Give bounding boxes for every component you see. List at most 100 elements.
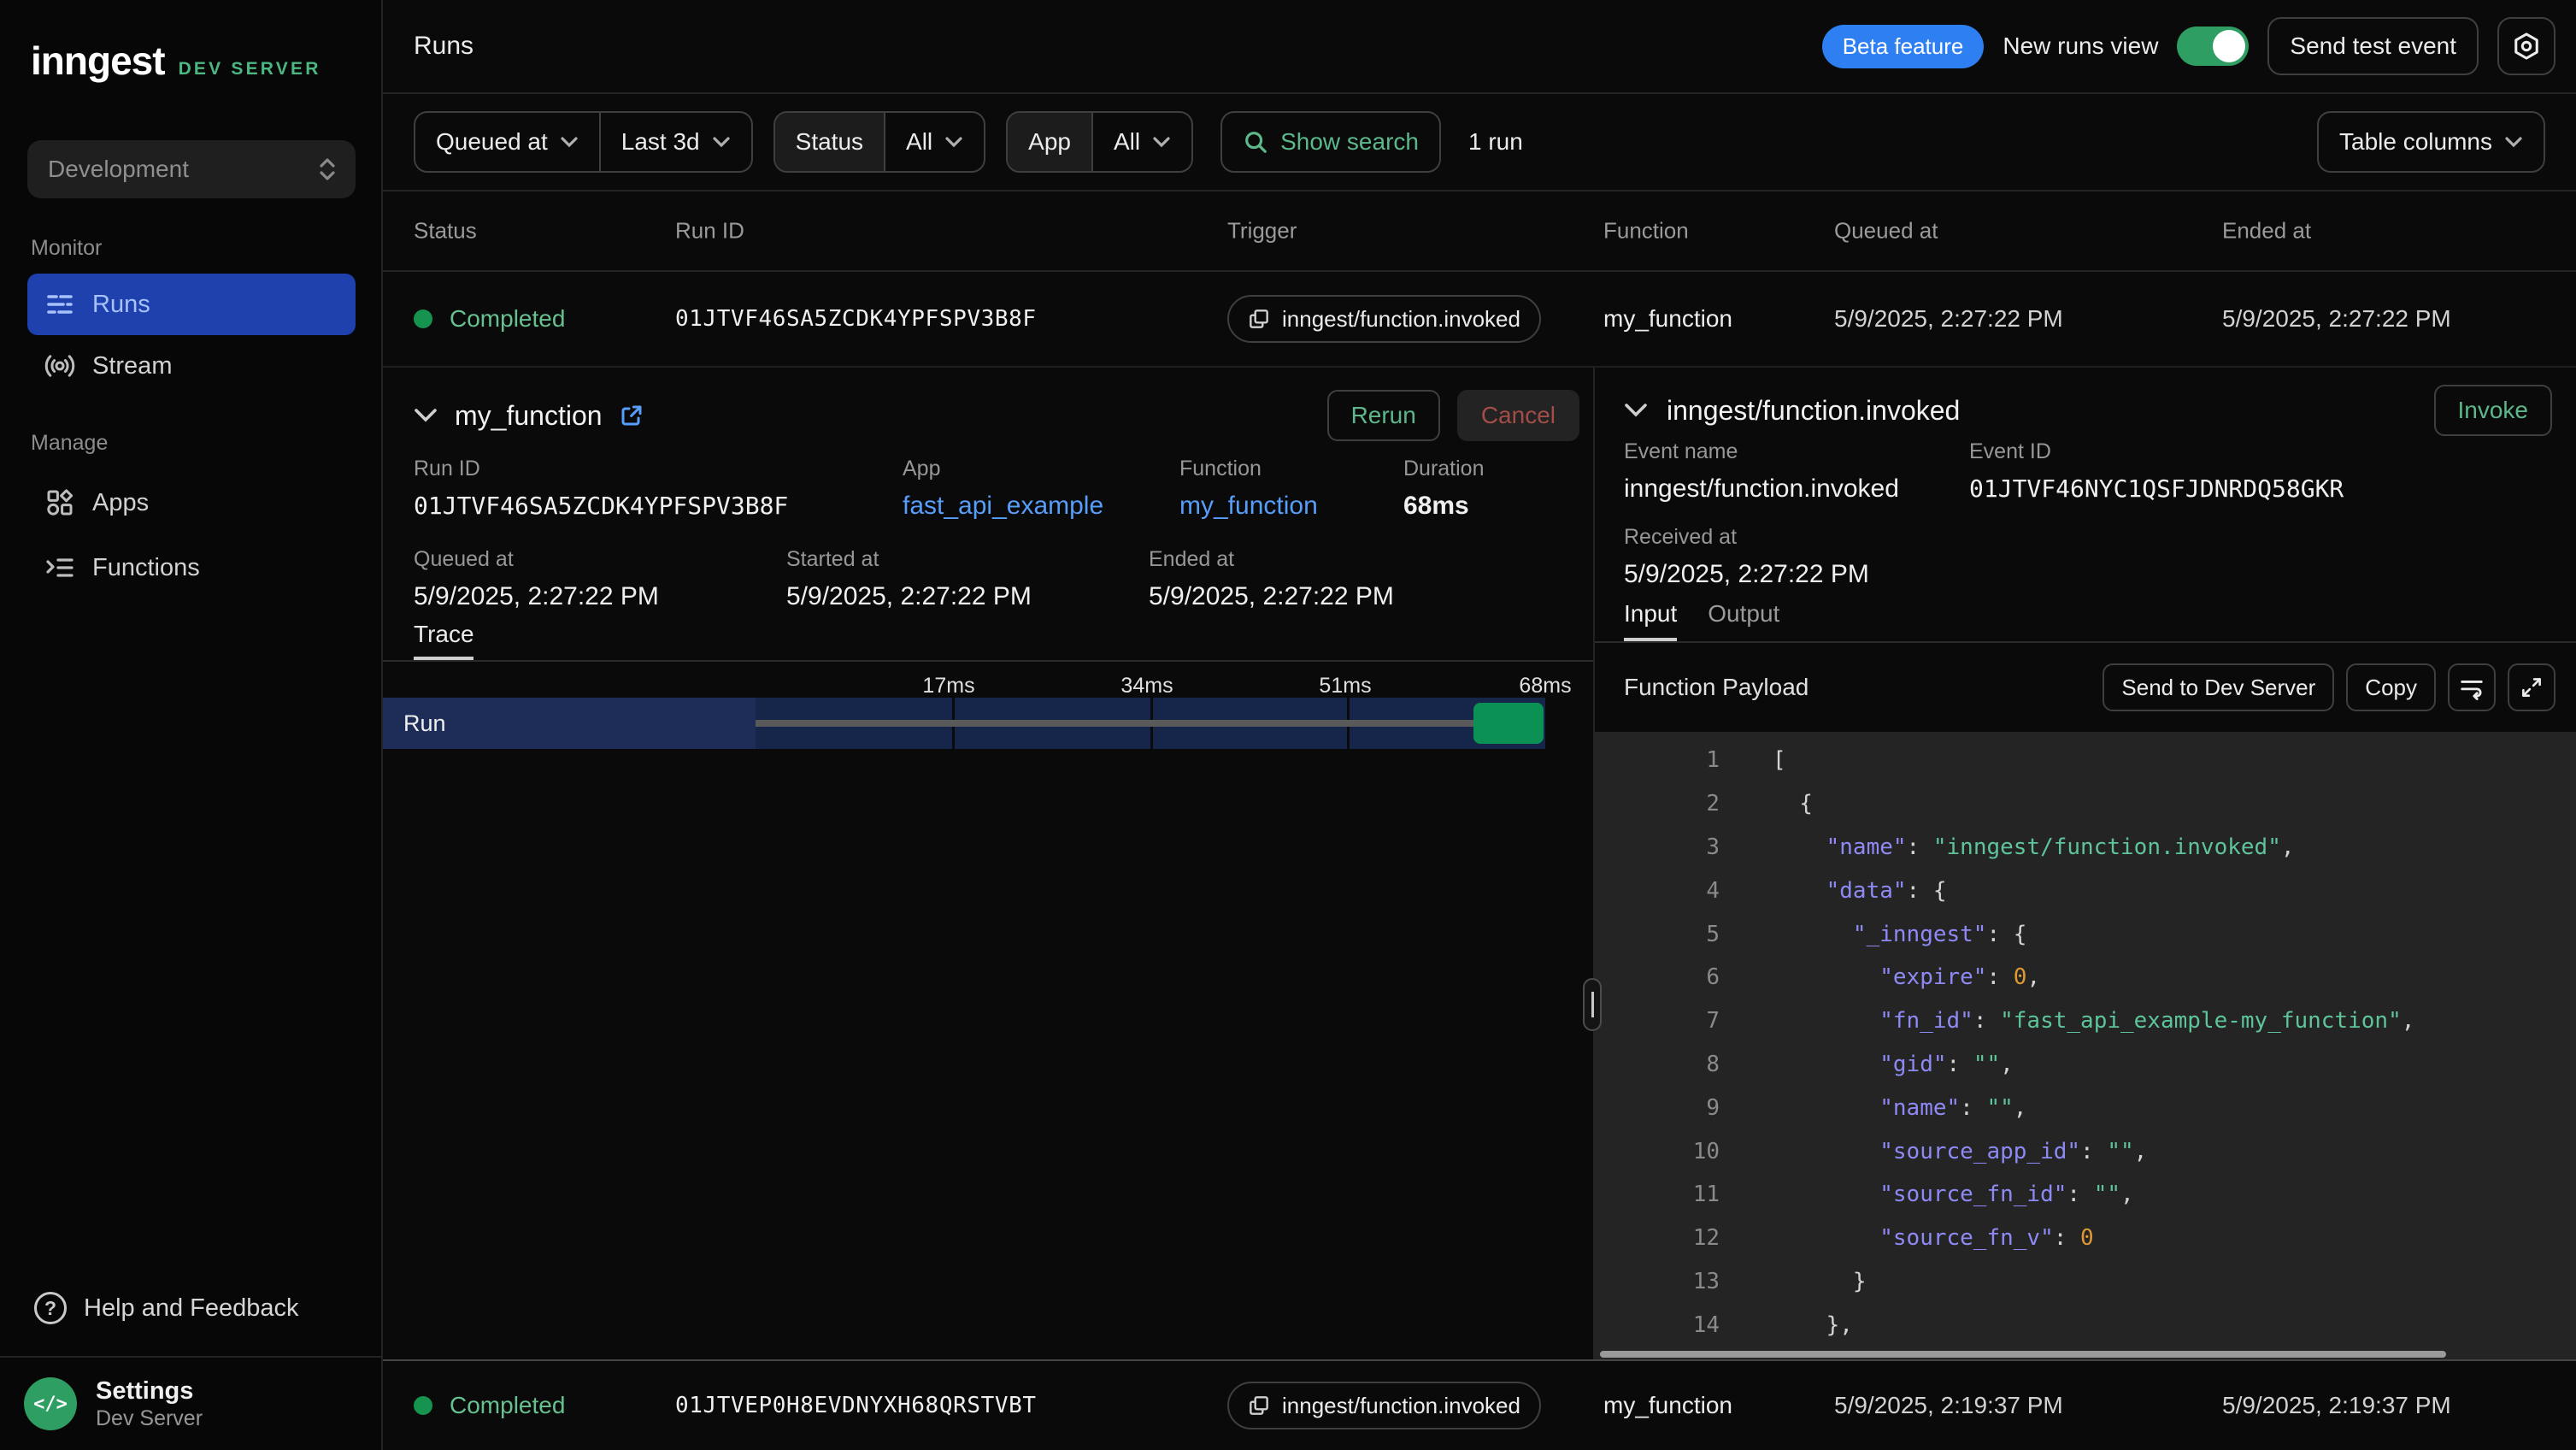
app-label: App: [903, 457, 1103, 481]
status-completed-dot-icon: [414, 309, 432, 328]
run-detail-title: my_function: [455, 400, 603, 432]
divider: [383, 660, 1593, 662]
panel-resize-handle[interactable]: [1583, 978, 1602, 1031]
copy-button[interactable]: Copy: [2346, 663, 2436, 711]
sidebar-item-apps[interactable]: Apps: [27, 472, 356, 533]
event-name-value: inngest/function.invoked: [1624, 474, 1899, 504]
event-detail-panel: inngest/function.invoked Invoke Event na…: [1593, 368, 2576, 1359]
sidebar: inngest DEV SERVER Development Monitor R…: [0, 0, 383, 1450]
app-filter-group: App All: [1006, 111, 1193, 173]
time-field-value: Queued at: [436, 128, 548, 156]
trace-execution-block[interactable]: [1473, 703, 1544, 744]
column-header-ended-at: Ended at: [2222, 218, 2311, 245]
toggle-knob: [2213, 30, 2245, 62]
column-header-run-id: Run ID: [675, 218, 744, 245]
run-id-value: 01JTVEP0H8EVDNYXH68QRSTVBT: [675, 1393, 1037, 1418]
cancel-button[interactable]: Cancel: [1457, 390, 1579, 441]
horizontal-scrollbar[interactable]: [1600, 1351, 2446, 1358]
code-line: 2 {: [1595, 782, 2576, 826]
sidebar-item-label: Functions: [92, 554, 200, 582]
settings-gear-button[interactable]: [2497, 17, 2555, 75]
line-number: 12: [1595, 1225, 1720, 1251]
function-link[interactable]: my_function: [1179, 492, 1318, 521]
invoke-button[interactable]: Invoke: [2434, 385, 2553, 436]
word-wrap-button[interactable]: [2448, 663, 2496, 711]
code-line: 6 "expire": 0,: [1595, 956, 2576, 999]
code-line: 13 }: [1595, 1260, 2576, 1304]
column-header-status: Status: [414, 218, 477, 245]
trace-run-row[interactable]: Run: [383, 698, 1545, 749]
run-id-label: Run ID: [414, 457, 788, 481]
line-number: 3: [1595, 834, 1720, 860]
event-name-label: Event name: [1624, 439, 1899, 464]
functions-icon: [44, 552, 75, 583]
started-at-label: Started at: [786, 547, 1032, 572]
external-link-icon[interactable]: [620, 404, 644, 427]
time-filter-group: Queued at Last 3d: [414, 111, 753, 173]
trigger-event-pill[interactable]: inngest/function.invoked: [1227, 295, 1541, 343]
line-number: 1: [1595, 747, 1720, 773]
trace-span-line: [756, 720, 1473, 727]
tab-trace[interactable]: Trace: [414, 621, 474, 648]
sidebar-item-runs[interactable]: Runs: [27, 274, 356, 335]
column-header-queued-at: Queued at: [1834, 218, 1938, 245]
function-payload-title: Function Payload: [1624, 674, 1808, 701]
environment-select[interactable]: Development: [27, 140, 356, 198]
rerun-button[interactable]: Rerun: [1327, 390, 1440, 441]
collapse-chevron-icon[interactable]: [414, 408, 438, 423]
line-number: 8: [1595, 1052, 1720, 1077]
help-and-feedback-item[interactable]: ? Help and Feedback: [27, 1277, 356, 1339]
status-filter-dropdown[interactable]: All: [884, 113, 984, 171]
send-test-event-button[interactable]: Send test event: [2267, 17, 2479, 75]
table-columns-button[interactable]: Table columns: [2317, 111, 2545, 173]
tab-output[interactable]: Output: [1708, 600, 1779, 628]
settings-title: Settings: [96, 1376, 203, 1406]
trace-timeline: [756, 698, 1545, 749]
settings-item[interactable]: </> Settings Dev Server: [0, 1356, 381, 1450]
queued-at-label: Queued at: [414, 547, 659, 572]
queued-at-value: 5/9/2025, 2:19:37 PM: [1834, 1392, 2063, 1419]
received-at-value: 5/9/2025, 2:27:22 PM: [1624, 560, 1869, 589]
code-line: 14 },: [1595, 1303, 2576, 1347]
sidebar-item-functions[interactable]: Functions: [27, 537, 356, 598]
run-count: 1 run: [1468, 128, 1523, 156]
updown-chevrons-icon: [316, 156, 338, 183]
chevron-down-icon: [712, 136, 731, 148]
trace-tick-label: 68ms: [1519, 674, 1571, 698]
sidebar-item-stream[interactable]: Stream: [27, 335, 356, 397]
time-range-dropdown[interactable]: Last 3d: [599, 113, 751, 171]
line-number: 5: [1595, 922, 1720, 947]
runs-icon: [44, 289, 75, 320]
code-line: 9 "name": "",: [1595, 1086, 2576, 1129]
stream-icon: [44, 351, 75, 381]
status-filter-value: All: [906, 128, 932, 156]
dev-server-avatar-icon: </>: [24, 1377, 77, 1430]
expand-button[interactable]: [2508, 663, 2555, 711]
app-filter-dropdown[interactable]: All: [1091, 113, 1191, 171]
line-number: 14: [1595, 1312, 1720, 1338]
copy-icon: [1248, 308, 1270, 330]
beta-feature-badge: Beta feature: [1822, 25, 1985, 68]
code-line: 8 "gid": "",: [1595, 1043, 2576, 1087]
copy-icon: [1248, 1394, 1270, 1417]
tab-input[interactable]: Input: [1624, 600, 1677, 628]
trace-span-label: Run: [383, 698, 756, 749]
logo-text: inngest: [31, 38, 165, 84]
run-detail-left: my_function Rerun Cancel Run ID 01JTVF46…: [383, 368, 1593, 1359]
received-at-label: Received at: [1624, 525, 1869, 550]
table-row[interactable]: Completed 01JTVF46SA5ZCDK4YPFSPV3B8F inn…: [383, 272, 2576, 368]
environment-select-value: Development: [48, 156, 189, 183]
trigger-event-pill[interactable]: inngest/function.invoked: [1227, 1382, 1541, 1429]
send-to-dev-server-button[interactable]: Send to Dev Server: [2103, 663, 2334, 711]
show-search-button[interactable]: Show search: [1220, 111, 1441, 173]
time-field-dropdown[interactable]: Queued at: [415, 113, 599, 171]
sidebar-item-label: Apps: [92, 489, 149, 517]
function-name: my_function: [1603, 305, 1732, 333]
search-icon: [1243, 129, 1268, 155]
duration-label: Duration: [1403, 457, 1485, 481]
app-link[interactable]: fast_api_example: [903, 492, 1103, 521]
collapse-chevron-icon[interactable]: [1624, 403, 1648, 418]
new-runs-view-toggle[interactable]: [2177, 27, 2249, 66]
table-row[interactable]: Completed 01JTVEP0H8EVDNYXH68QRSTVBT inn…: [383, 1359, 2576, 1450]
trace-tick-label: 51ms: [1319, 674, 1371, 698]
